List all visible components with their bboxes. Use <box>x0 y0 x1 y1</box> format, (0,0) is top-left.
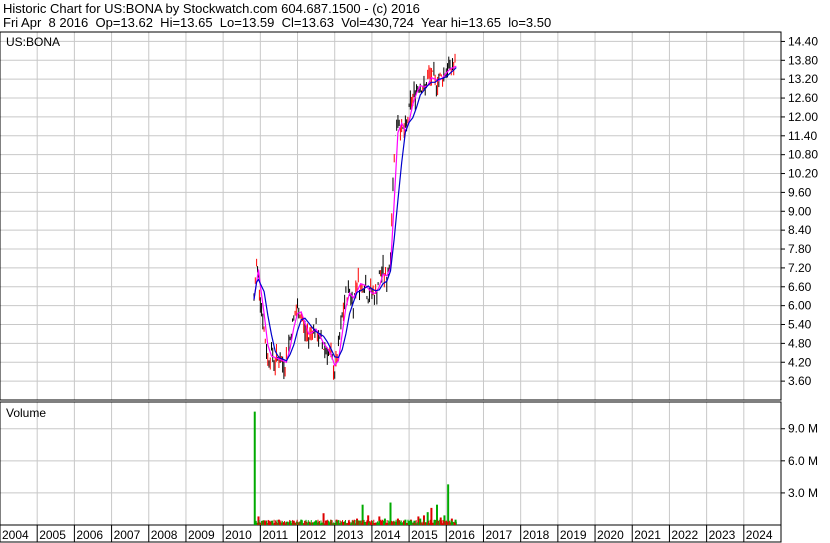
year-label: 2015 <box>411 528 438 542</box>
year-label: 2021 <box>634 528 661 542</box>
price-tick-label: 13.20 <box>788 72 818 86</box>
year-label: 2017 <box>485 528 512 542</box>
year-label: 2006 <box>76 528 103 542</box>
volume-panel-title: Volume <box>6 406 46 420</box>
price-tick-label: 8.40 <box>788 223 812 237</box>
year-label: 2024 <box>746 528 773 542</box>
year-label: 2019 <box>560 528 587 542</box>
year-label: 2018 <box>523 528 550 542</box>
price-panel-title: US:BONA <box>6 35 60 49</box>
year-label: 2014 <box>374 528 401 542</box>
year-label: 2012 <box>300 528 327 542</box>
price-tick-label: 7.20 <box>788 261 812 275</box>
price-tick-label: 13.80 <box>788 53 818 67</box>
year-label: 2005 <box>39 528 66 542</box>
chart-header-line2: Fri Apr 8 2016 Op=13.62 Hi=13.65 Lo=13.5… <box>3 15 552 30</box>
price-tick-label: 10.20 <box>788 167 818 181</box>
price-tick-label: 6.00 <box>788 299 812 313</box>
year-label: 2016 <box>448 528 475 542</box>
year-label: 2023 <box>709 528 736 542</box>
price-tick-label: 11.40 <box>788 129 817 143</box>
price-tick-label: 9.60 <box>788 185 812 199</box>
volume-tick-label: 6.0 M <box>788 454 818 468</box>
price-tick-label: 4.20 <box>788 355 812 369</box>
year-label: 2013 <box>337 528 364 542</box>
price-tick-label: 7.80 <box>788 242 812 256</box>
price-tick-label: 4.80 <box>788 336 812 350</box>
chart-header-line1: Historic Chart for US:BONA by Stockwatch… <box>3 1 420 16</box>
year-label: 2007 <box>114 528 141 542</box>
year-label: 2022 <box>671 528 698 542</box>
price-tick-label: 12.00 <box>788 110 818 124</box>
price-tick-label: 12.60 <box>788 91 818 105</box>
year-label: 2004 <box>2 528 29 542</box>
year-label: 2009 <box>188 528 215 542</box>
price-tick-label: 10.80 <box>788 148 818 162</box>
year-axis: 2004 2005 2006 2007 2008 2009 2010 2011 2012 2013… <box>0 525 773 542</box>
price-tick-label: 6.60 <box>788 280 812 294</box>
stock-chart: 14.40 13.80 13.20 12.60 12.00 11.40 10.80 10.20… <box>0 0 830 543</box>
year-label: 2020 <box>597 528 624 542</box>
volume-tick-label: 9.0 M <box>788 422 818 436</box>
price-tick-label: 5.40 <box>788 318 812 332</box>
volume-tick-label: 3.0 M <box>788 486 818 500</box>
price-tick-label: 9.00 <box>788 204 812 218</box>
price-tick-label: 14.40 <box>788 34 818 48</box>
price-tick-label: 3.60 <box>788 374 812 388</box>
year-label: 2011 <box>262 528 288 542</box>
year-label: 2008 <box>151 528 178 542</box>
year-label: 2010 <box>225 528 252 542</box>
